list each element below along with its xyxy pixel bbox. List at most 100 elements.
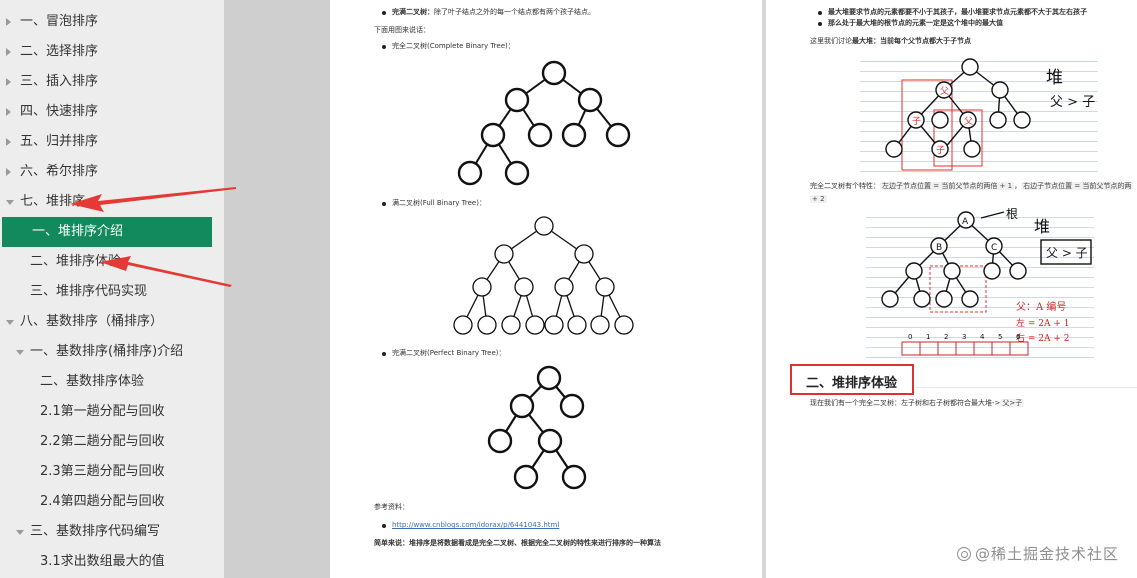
document-page-1: 完满二叉树：除了叶子结点之外的每一个结点都有两个孩子结点。 下面用图来说话： 完… — [330, 0, 762, 578]
expand-arrow-icon[interactable] — [6, 78, 11, 86]
sidebar-item[interactable]: 二、基数排序体验 — [0, 367, 224, 397]
svg-text:子: 子 — [936, 145, 945, 156]
sidebar-item[interactable]: 五、归并排序 — [0, 127, 224, 157]
hw2-root-label: A — [962, 217, 969, 227]
sidebar-item-label: 二、选择排序 — [20, 44, 99, 59]
bullet — [382, 352, 386, 356]
hw2-left-formula: 左 = 2A + 1 — [1016, 317, 1069, 329]
bullet — [818, 11, 822, 15]
site-watermark: @稀土掘金技术社区 — [956, 543, 1119, 564]
sidebar-item-label: 三、插入排序 — [20, 74, 99, 89]
sidebar-item[interactable]: 3.1求出数组最大的值 — [0, 547, 224, 577]
hw2-b-label: B — [936, 243, 942, 253]
sidebar-item-label: 一、冒泡排序 — [20, 14, 99, 29]
hw1-parent-label: 父 — [940, 86, 949, 97]
document-page-2: 最大堆要求节点的元素都要不小于其孩子，最小堆要求节点元素都不大于其左右孩子 那么… — [766, 0, 1137, 578]
hw2-rule: 父 > 子 — [1046, 246, 1088, 260]
expand-arrow-icon[interactable] — [6, 108, 11, 116]
expand-arrow-icon[interactable] — [6, 48, 11, 56]
max-heap-root: 那么处于最大堆的根节点的元素一定是这个堆中的最大值 — [828, 19, 1003, 27]
sidebar-item-label: 三、堆排序代码实现 — [30, 284, 148, 299]
sidebar-item[interactable]: 八、基数排序（桶排序） — [0, 307, 224, 337]
heading-rule — [916, 387, 1137, 388]
complete-binary-tree-diagram — [457, 60, 631, 186]
bullet — [382, 524, 386, 528]
collapse-arrow-icon[interactable] — [6, 320, 14, 325]
sidebar-item-label: 3.1求出数组最大的值 — [40, 554, 165, 569]
expand-arrow-icon[interactable] — [6, 138, 11, 146]
hw1-child-label: 子 — [912, 116, 921, 127]
reference-link[interactable]: http://www.cnblogs.com/idorax/p/6441043.… — [392, 521, 559, 530]
bullet — [382, 202, 386, 206]
sidebar-item-label: 六、希尔排序 — [20, 164, 99, 179]
sidebar-item-label: 二、基数排序体验 — [40, 374, 145, 389]
sidebar-item-label: 2.2第二趟分配与回收 — [40, 434, 165, 449]
sidebar-item[interactable]: 2.3第三趟分配与回收 — [0, 457, 224, 487]
hw1-rule: 父 > 子 — [1050, 95, 1095, 110]
sidebar-item-label: 五、归并排序 — [20, 134, 99, 149]
gutter — [224, 0, 330, 578]
collapse-arrow-icon[interactable] — [16, 530, 24, 535]
array-index-label: 4 — [980, 333, 985, 341]
sidebar-item[interactable]: 2.1第一趟分配与回收 — [0, 397, 224, 427]
sidebar-item[interactable]: 一、堆排序介绍 — [2, 217, 212, 247]
hw2-array — [901, 341, 1029, 356]
references-label: 参考资料： — [374, 503, 409, 511]
discuss-max-heap: 这里我们讨论最大堆：当前每个父节点都大于子节点 — [810, 37, 971, 45]
sidebar-item[interactable]: 二、堆排序体验 — [0, 247, 224, 277]
array-index-label: 5 — [998, 333, 1002, 341]
array-index-label: 2 — [944, 333, 948, 341]
array-index-label: 0 — [908, 333, 912, 341]
sidebar-item[interactable]: 一、基数排序(桶排序)介绍 — [0, 337, 224, 367]
expand-arrow-icon[interactable] — [6, 18, 11, 26]
sidebar-item[interactable]: 三、堆排序代码实现 — [0, 277, 224, 307]
complete-tree-property: 完全二叉树有个特性： 左边子节点位置 = 当前父节点的两倍 + 1，右边子节点位置… — [810, 182, 1134, 190]
perfect-binary-tree-diagram — [487, 365, 587, 490]
max-heap-rule: 最大堆要求节点的元素都要不小于其孩子，最小堆要求节点元素都不大于其左右孩子 — [828, 8, 1087, 16]
collapse-arrow-icon[interactable] — [16, 350, 24, 355]
bullet — [382, 45, 386, 49]
expand-arrow-icon[interactable] — [6, 168, 11, 176]
array-index-label: 3 — [962, 333, 966, 341]
section-heading-heap-experience: 二、堆排序体验 — [790, 364, 914, 395]
collapse-arrow-icon[interactable] — [6, 200, 14, 205]
full-tree-caption: 满二叉树(Full Binary Tree)： — [392, 199, 486, 207]
summary-text: 简单来说：堆排序是将数据看成是完全二叉树、根据完全二叉树的特性来进行排序的一种算… — [374, 539, 661, 547]
sidebar-item[interactable]: 七、堆排序 — [0, 187, 224, 217]
sidebar-item[interactable]: 2.4第四趟分配与回收 — [0, 487, 224, 517]
intro-text: 下面用图来说话： — [374, 26, 430, 34]
sidebar-item[interactable]: 一、冒泡排序 — [0, 7, 224, 37]
complete-tree-caption: 完全二叉树(Complete Binary Tree)： — [392, 42, 515, 50]
outline-sidebar: 一、冒泡排序 二、选择排序 三、插入排序 四、快速排序 五、归并排序 六、希尔排序 七、堆排… — [0, 0, 224, 578]
sidebar-item-label: 一、基数排序(桶排序)介绍 — [30, 344, 184, 359]
sidebar-item-label: 二、堆排序体验 — [30, 254, 122, 269]
sidebar-item[interactable]: 三、基数排序代码编写 — [0, 517, 224, 547]
sidebar-item-label: 2.1第一趟分配与回收 — [40, 404, 165, 419]
hw2-c-label: C — [991, 243, 997, 253]
sidebar-item-label: 八、基数排序（桶排序） — [20, 314, 164, 329]
sidebar-item[interactable]: 三、插入排序 — [0, 67, 224, 97]
sidebar-item-label: 七、堆排序 — [20, 194, 86, 209]
handwritten-heap-diagram-2: A B C 根 堆 父 > 子 父：A 编号 左 = 2A + 1 右 = 2A… — [866, 208, 1094, 360]
hw2-arrow-label: 根 — [1006, 208, 1018, 221]
sidebar-item-label: 四、快速排序 — [20, 104, 99, 119]
sidebar-item[interactable]: 六、希尔排序 — [0, 157, 224, 187]
hw2-title: 堆 — [1034, 217, 1050, 236]
bullet — [382, 11, 386, 15]
sidebar-item-label: 2.4第四趟分配与回收 — [40, 494, 165, 509]
sidebar-item[interactable]: 2.2第二趟分配与回收 — [0, 427, 224, 457]
perfect-tree-caption: 完满二叉树(Perfect Binary Tree)： — [392, 349, 506, 357]
complete-tree-property-cont: + 2 — [810, 195, 827, 203]
sidebar-item-label: 三、基数排序代码编写 — [30, 524, 161, 539]
svg-text:父: 父 — [964, 116, 973, 127]
array-index-label: 1 — [926, 333, 930, 341]
sidebar-item-label: 一、堆排序介绍 — [32, 224, 124, 239]
sidebar-item[interactable]: 二、选择排序 — [0, 37, 224, 67]
sidebar-item[interactable]: 四、快速排序 — [0, 97, 224, 127]
sidebar-item-label: 2.3第三趟分配与回收 — [40, 464, 165, 479]
full-tree-definition: 完满二叉树：除了叶子结点之外的每一个结点都有两个孩子结点。 — [392, 8, 595, 16]
experience-text: 现在我们有一个完全二叉树：左子树和右子树都符合最大堆-> 父>子 — [810, 399, 1025, 407]
full-binary-tree-diagram — [453, 216, 634, 335]
hw1-title: 堆 — [1046, 68, 1063, 88]
array-index-label: 6 — [1016, 333, 1021, 341]
